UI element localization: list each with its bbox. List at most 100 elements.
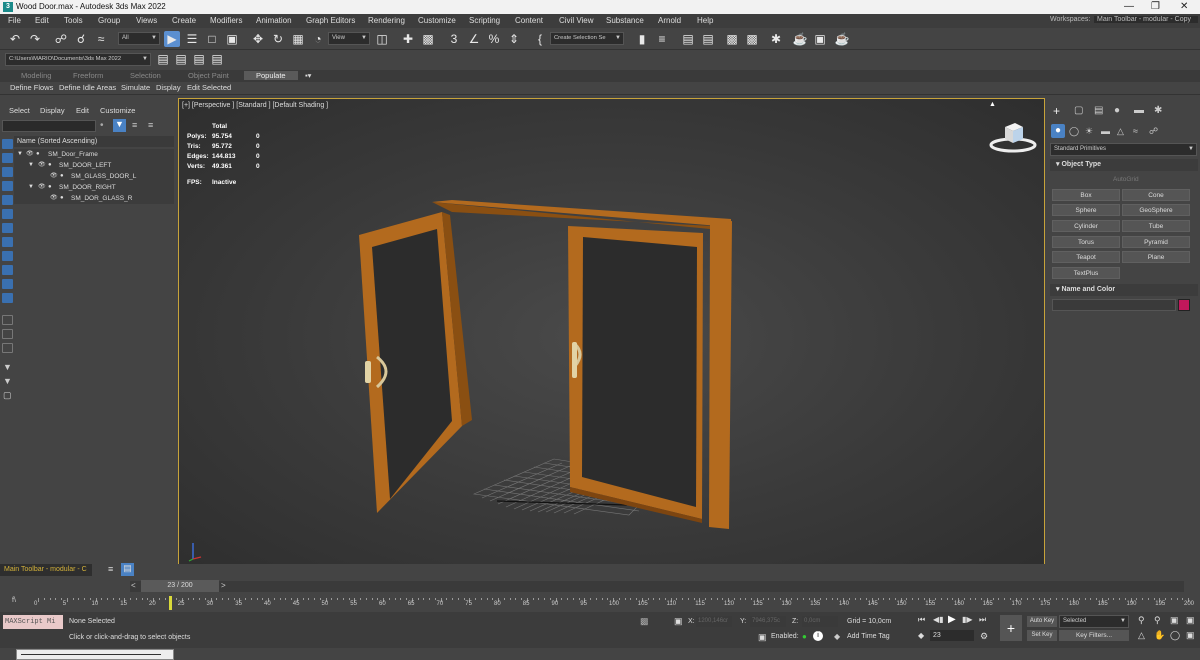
project-settings-icon[interactable]: ▤ xyxy=(209,51,225,67)
select-by-name-icon[interactable]: ☰ xyxy=(184,31,200,47)
go-to-end-button[interactable]: ⏭ xyxy=(979,615,986,625)
hierarchy-icon[interactable]: ≡ xyxy=(132,120,137,130)
textplus-button[interactable]: TextPlus xyxy=(1052,267,1120,279)
menu-edit[interactable]: Edit xyxy=(35,16,49,25)
menu-substance[interactable]: Substance xyxy=(606,16,644,25)
placement-icon[interactable]: ◔ xyxy=(310,31,326,47)
time-configuration-icon[interactable]: ⚙ xyxy=(980,631,988,642)
display-bones-icon[interactable] xyxy=(2,265,13,275)
render-setup-icon[interactable]: ☕ xyxy=(792,31,808,47)
object-name-input[interactable] xyxy=(1052,299,1176,311)
adaptive-degradation-icon[interactable]: ▣ xyxy=(758,632,767,643)
menu-group[interactable]: Group xyxy=(98,16,120,25)
display-groups-icon[interactable] xyxy=(2,237,13,247)
set-key-icon[interactable]: + xyxy=(1000,615,1022,641)
scene-list-header[interactable]: Name (Sorted Ascending) xyxy=(14,136,174,147)
key-mode-icon[interactable]: ◆ xyxy=(918,631,924,640)
hierarchy-panel-icon[interactable]: ▤ xyxy=(1094,105,1103,116)
filter-selection-icon[interactable]: ▼ xyxy=(3,362,12,372)
x-coordinate-field[interactable]: 1200,146cr xyxy=(696,616,732,627)
orbit-icon[interactable]: ◯ xyxy=(1170,630,1180,641)
menu-tools[interactable]: Tools xyxy=(64,16,83,25)
isolate-selection-icon[interactable]: ▩ xyxy=(640,616,649,627)
scene-menu-select[interactable]: Select xyxy=(9,106,30,115)
window-crossing-icon[interactable]: ▣ xyxy=(224,31,240,47)
schematic-view-icon[interactable]: ▩ xyxy=(744,31,760,47)
tab-selection[interactable]: Selection xyxy=(130,71,161,80)
menu-file[interactable]: File xyxy=(8,16,21,25)
unlink-icon[interactable]: ☌ xyxy=(73,31,89,47)
zoom-all-icon[interactable]: ⚲ xyxy=(1154,615,1161,626)
pyramid-button[interactable]: Pyramid xyxy=(1122,236,1190,248)
open-project-icon[interactable]: ▤ xyxy=(173,51,189,67)
keyboard-shortcut-icon[interactable]: ▩ xyxy=(420,31,436,47)
create-project-icon[interactable]: ▤ xyxy=(191,51,207,67)
display-influences-icon[interactable] xyxy=(2,329,13,339)
plane-button[interactable]: Plane xyxy=(1122,251,1190,263)
filter-icon[interactable]: ▼ xyxy=(113,119,126,132)
angle-snap-icon[interactable]: ∠ xyxy=(466,31,482,47)
layer-explorer-icon[interactable]: ▤ xyxy=(700,31,716,47)
object-type-rollout[interactable]: ▾ Object Type xyxy=(1050,159,1198,171)
time-slider-thumb[interactable]: 23 / 200 xyxy=(141,580,219,592)
zoom-extents-all-icon[interactable]: ▣ xyxy=(1186,615,1195,626)
teapot-button[interactable]: Teapot xyxy=(1052,251,1120,263)
project-path-dropdown[interactable]: C:\Users\MARIO\Documents\3ds Max 2022 ▼ xyxy=(5,53,151,66)
snaps-toggle-icon[interactable]: 3 xyxy=(446,31,462,47)
edit-selected-button[interactable]: Edit Selected xyxy=(187,83,231,92)
define-idle-areas-button[interactable]: Define Idle Areas xyxy=(59,83,116,92)
layers-icon[interactable]: ≡ xyxy=(108,564,113,574)
primitive-category-dropdown[interactable]: Standard Primitives ▼ xyxy=(1050,143,1197,156)
systems-icon[interactable]: ☍ xyxy=(1149,126,1158,137)
display-containers-icon[interactable] xyxy=(2,279,13,289)
tab-modeling[interactable]: Modeling xyxy=(21,71,51,80)
display-frozen-icon[interactable] xyxy=(2,293,13,303)
maxscript-listener[interactable]: MAXScript Mi xyxy=(3,615,63,629)
tab-freeform[interactable]: Freeform xyxy=(73,71,103,80)
motion-panel-icon[interactable]: ● xyxy=(1114,105,1120,116)
workspaces-dropdown[interactable]: Main Toolbar - modular - Copy xyxy=(1094,16,1198,23)
display-spacewarps-icon[interactable] xyxy=(2,223,13,233)
save-toolbar-icon[interactable]: ▤ xyxy=(121,563,134,576)
info-icon[interactable]: i xyxy=(813,631,823,641)
cone-button[interactable]: Cone xyxy=(1122,189,1190,201)
menu-content[interactable]: Content xyxy=(515,16,543,25)
curve-editor-icon[interactable]: ▩ xyxy=(724,31,740,47)
material-editor-icon[interactable]: ✱ xyxy=(768,31,784,47)
rendered-frame-window-icon[interactable]: ▣ xyxy=(812,31,828,47)
next-key-button[interactable]: ▮▶ xyxy=(962,615,973,624)
scene-search-input[interactable] xyxy=(2,120,96,132)
zoom-icon[interactable]: ⚲ xyxy=(1138,615,1145,626)
menu-help[interactable]: Help xyxy=(697,16,713,25)
reference-coordinate-dropdown[interactable]: View ▼ xyxy=(328,32,370,45)
zoom-extents-icon[interactable]: ▣ xyxy=(1170,615,1179,626)
toolbar-switcher-label[interactable]: Main Toolbar - modular - C xyxy=(0,564,92,576)
autogrid-checkbox[interactable]: AutoGrid xyxy=(1113,176,1139,183)
name-and-color-rollout[interactable]: ▾ Name and Color xyxy=(1050,284,1198,296)
box-button[interactable]: Box xyxy=(1052,189,1120,201)
explorer-scrollbar[interactable] xyxy=(16,649,174,660)
key-filters-button[interactable]: Key Filters... xyxy=(1059,630,1129,641)
scene-menu-display[interactable]: Display xyxy=(40,106,65,115)
add-time-tag-button[interactable]: Add Time Tag xyxy=(847,633,890,640)
move-icon[interactable]: ✥ xyxy=(250,31,266,47)
tab-object-paint[interactable]: Object Paint xyxy=(188,71,229,80)
go-to-start-button[interactable]: ⏮ xyxy=(918,615,925,625)
render-production-icon[interactable]: ☕ xyxy=(834,31,850,47)
redo-icon[interactable]: ↷ xyxy=(27,31,43,47)
bind-space-warp-icon[interactable]: ≈ xyxy=(93,31,109,47)
tree-item-door-left[interactable]: ▼ 👁 ● SM_DOOR_LEFT xyxy=(14,160,174,171)
display-shapes-icon[interactable] xyxy=(2,167,13,177)
link-icon[interactable]: ☍ xyxy=(53,31,69,47)
display-geometry-icon[interactable] xyxy=(2,153,13,163)
geometry-icon[interactable]: ● xyxy=(1051,124,1065,138)
lights-icon[interactable]: ☀ xyxy=(1085,126,1093,137)
menu-modifiers[interactable]: Modifiers xyxy=(210,16,242,25)
named-selection-set-dropdown[interactable]: Create Selection Se ▼ xyxy=(550,32,624,45)
maximize-button[interactable]: ❐ xyxy=(1151,1,1160,12)
scene-geometry[interactable] xyxy=(179,99,1045,576)
display-none-icon[interactable] xyxy=(2,139,13,149)
select-object-icon[interactable]: ▶ xyxy=(164,31,180,47)
tree-item-glass-right[interactable]: 👁 ● SM_DOR_GLASS_R xyxy=(14,193,174,204)
modify-panel-icon[interactable]: ▢ xyxy=(1074,105,1083,116)
